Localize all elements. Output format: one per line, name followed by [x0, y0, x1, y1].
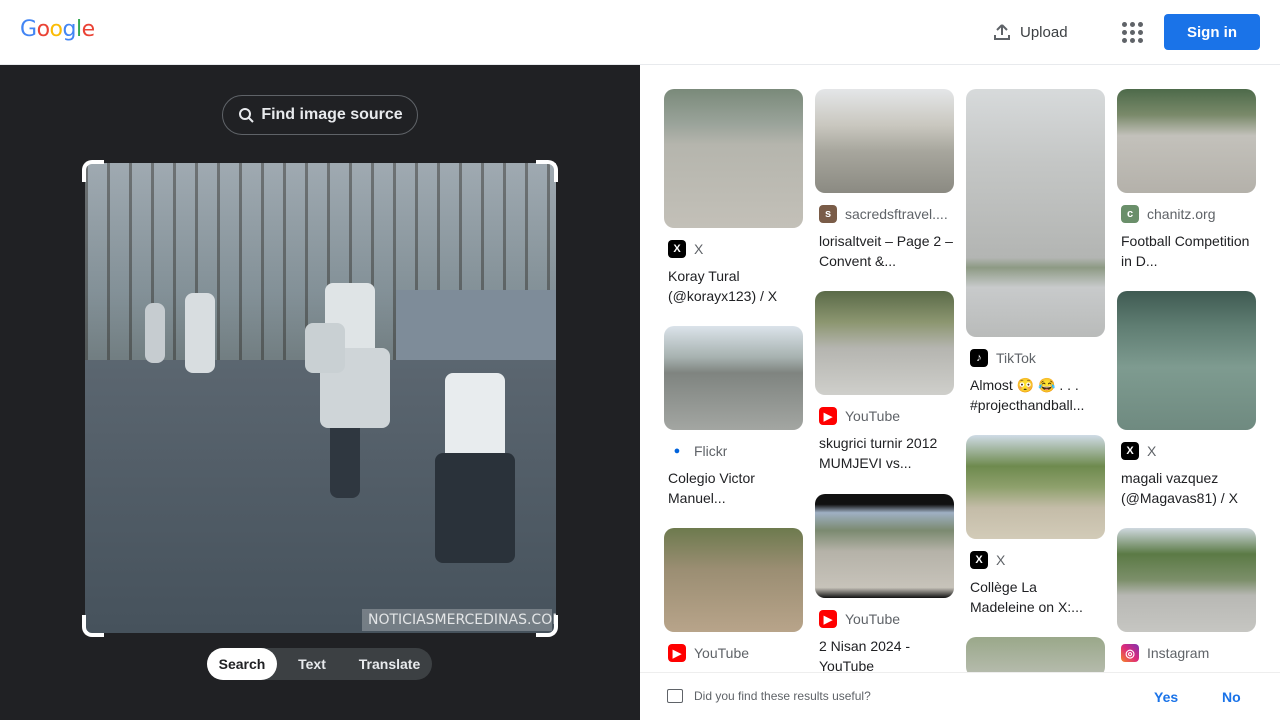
apps-grid-icon[interactable]	[1120, 20, 1144, 44]
result-source: Flickr	[694, 443, 728, 459]
result-card[interactable]: ▶ YouTube skugrici turnir 2012 MUMJEVI vs…	[815, 291, 954, 473]
result-thumbnail[interactable]	[1117, 291, 1256, 430]
result-title[interactable]: lorisaltveit – Page 2 – Convent &...	[815, 231, 954, 271]
result-thumbnail[interactable]	[966, 637, 1105, 672]
crop-handle-bottom-left[interactable]	[82, 615, 104, 637]
feedback-question: Did you find these results useful?	[694, 689, 871, 703]
result-card[interactable]	[966, 637, 1105, 672]
upload-icon	[994, 24, 1010, 40]
mode-selector: Search Text Translate	[207, 648, 432, 680]
youtube-icon: ▶	[668, 644, 686, 662]
x-icon: X	[1121, 442, 1139, 460]
result-source: X	[1147, 443, 1157, 459]
x-icon: X	[970, 551, 988, 569]
youtube-icon: ▶	[819, 407, 837, 425]
result-title[interactable]: Koray Tural (@korayx123) / X	[664, 266, 803, 306]
result-title[interactable]: Collège La Madeleine on X:...	[966, 577, 1105, 617]
x-icon: X	[668, 240, 686, 258]
feedback-bar: Did you find these results useful? Yes N…	[640, 672, 1280, 720]
result-source: sacredsftravel....	[845, 206, 948, 222]
watermark: NOTICIASMERCEDINAS.COM	[362, 609, 556, 631]
lens-search-icon	[239, 108, 255, 123]
result-thumbnail[interactable]	[966, 89, 1105, 337]
tab-text[interactable]: Text	[277, 648, 347, 680]
tab-translate[interactable]: Translate	[347, 648, 432, 680]
query-image[interactable]: NOTICIASMERCEDINAS.COM	[85, 163, 556, 633]
site-icon: s	[819, 205, 837, 223]
result-thumbnail[interactable]	[966, 435, 1105, 539]
feedback-icon	[667, 689, 683, 703]
result-thumbnail[interactable]	[815, 291, 954, 395]
result-card[interactable]: XX Koray Tural (@korayx123) / X	[664, 89, 803, 306]
result-card[interactable]: ▶ YouTube 2 Nisan 2024 - YouTube	[815, 494, 954, 672]
result-title[interactable]: magali vazquez (@Magavas81) / X	[1117, 468, 1256, 508]
result-thumbnail[interactable]	[1117, 528, 1256, 632]
result-card[interactable]: ● Flickr Colegio Victor Manuel...	[664, 326, 803, 508]
crop-handle-top-right[interactable]	[536, 160, 558, 182]
google-logo[interactable]: Google	[20, 17, 95, 42]
feedback-no-button[interactable]: No	[1222, 689, 1241, 705]
result-source: X	[694, 241, 704, 257]
find-image-source-label: Find image source	[261, 106, 403, 123]
result-card[interactable]: s sacredsftravel.... lorisaltveit – Page …	[815, 89, 954, 271]
result-source: chanitz.org	[1147, 206, 1216, 222]
result-title[interactable]: Colegio Victor Manuel...	[664, 468, 803, 508]
youtube-icon: ▶	[819, 610, 837, 628]
result-card[interactable]: c chanitz.org Football Competition in D..…	[1117, 89, 1256, 271]
result-source: Instagram	[1147, 645, 1210, 661]
instagram-icon: ◎	[1121, 644, 1139, 662]
result-source: YouTube	[845, 611, 901, 627]
result-title[interactable]: skugrici turnir 2012 MUMJEVI vs...	[815, 433, 954, 473]
result-thumbnail[interactable]	[1117, 89, 1256, 193]
result-thumbnail[interactable]	[664, 326, 803, 430]
crop-handle-bottom-right[interactable]	[536, 615, 558, 637]
result-title[interactable]: 2 Nisan 2024 - YouTube	[815, 636, 954, 672]
result-card[interactable]: ♪ TikTok Almost 😳 😂 . . . #projecthandbal…	[966, 89, 1105, 415]
result-source: YouTube	[845, 408, 901, 424]
upload-button[interactable]: Upload	[992, 20, 1068, 44]
result-thumbnail[interactable]	[815, 89, 954, 193]
result-title[interactable]: Football Competition in D...	[1117, 231, 1256, 271]
result-card[interactable]: XX magali vazquez (@Magavas81) / X	[1117, 291, 1256, 508]
query-image-panel: Find image source NOTICIASMERCEDINAS.COM…	[0, 65, 640, 720]
result-title[interactable]: Almost 😳 😂 . . . #projecthandball...	[966, 375, 1105, 415]
result-card[interactable]: ▶ YouTube	[664, 528, 803, 662]
result-thumbnail[interactable]	[664, 528, 803, 632]
result-thumbnail[interactable]	[815, 494, 954, 598]
visual-matches-grid: XX Koray Tural (@korayx123) / X ● Flickr …	[640, 65, 1280, 672]
feedback-yes-button[interactable]: Yes	[1154, 689, 1178, 705]
result-source: X	[996, 552, 1006, 568]
tiktok-icon: ♪	[970, 349, 988, 367]
crop-handle-top-left[interactable]	[82, 160, 104, 182]
result-thumbnail[interactable]	[664, 89, 803, 228]
result-card[interactable]: XX Collège La Madeleine on X:...	[966, 435, 1105, 617]
tab-search[interactable]: Search	[207, 648, 277, 680]
sign-in-button[interactable]: Sign in	[1164, 14, 1260, 50]
top-bar: Google Upload Sign in	[0, 0, 1280, 65]
result-source: YouTube	[694, 645, 750, 661]
find-image-source-button[interactable]: Find image source	[222, 95, 418, 135]
result-source: TikTok	[996, 350, 1036, 366]
result-card[interactable]: ◎ Instagram	[1117, 528, 1256, 662]
site-icon: c	[1121, 205, 1139, 223]
upload-label: Upload	[1020, 23, 1068, 41]
flickr-icon: ●	[668, 442, 686, 460]
